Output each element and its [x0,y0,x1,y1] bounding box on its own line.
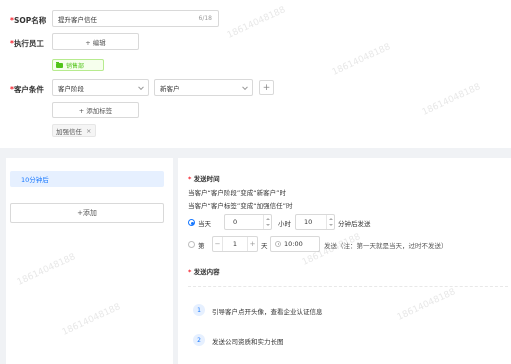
content-index-badge: 2 [193,334,205,346]
sop-form-panel: *SOP名称 提升客户信任 6/18 *执行员工 + 编辑 销售部 *客户条件 … [0,0,511,148]
sop-name-input[interactable]: 提升客户信任 6/18 [52,10,219,27]
send-content-title: * 发送内容 [188,268,220,276]
spinner-icon [263,215,271,229]
day-stepper[interactable]: − 1 + [212,236,258,252]
content-index-badge: 1 [193,304,205,316]
same-day-radio[interactable] [188,219,195,226]
minutes-suffix: 分钟后发送 [338,220,371,228]
step-item[interactable]: 10分钟后 [10,171,164,187]
hours-stepper[interactable]: 0 [224,214,272,230]
content-item-text: 发送公司资质和实力长图 [212,338,284,346]
send-time-title: * 发送时间 [188,175,220,183]
step-detail-panel: * 发送时间 当客户“客户阶段”变成“新客户”时 当客户“客户标签”变成“加强信… [178,158,511,364]
content-item-text: 引导客户点开头像，查看企业认证信息 [212,308,323,316]
sop-name-label: *SOP名称 [10,16,47,25]
trigger-desc-stage: 当客户“客户阶段”变成“新客户”时 [188,189,286,197]
divider [188,286,508,287]
add-tag-button[interactable]: + 添加标签 [52,102,139,118]
char-counter: 6/18 [198,15,212,22]
hours-unit: 小时 [278,220,291,228]
department-tag: 销售部 [52,59,104,71]
edit-executor-button[interactable]: + 编辑 [52,33,139,50]
condition-field-select[interactable]: 客户阶段 [52,79,149,96]
customer-tag: 加强信任 × [52,124,96,137]
trigger-desc-tag: 当客户“客户标签”变成“加强信任”时 [188,202,293,210]
plus-icon[interactable]: + [247,237,257,251]
executor-label: *执行员工 [10,39,44,48]
time-picker[interactable]: 10:00 [270,236,320,252]
clock-icon [275,241,281,247]
chevron-down-icon [242,83,248,90]
close-icon[interactable]: × [86,127,91,135]
day-unit: 天 [261,242,268,250]
nth-day-radio[interactable] [188,241,195,248]
add-step-button[interactable]: +添加 [10,203,164,223]
minus-icon[interactable]: − [213,237,223,251]
steps-panel: 10分钟后 +添加 [6,158,173,364]
folder-icon [56,61,63,68]
add-condition-button[interactable]: + [259,80,274,95]
customer-condition-label: *客户条件 [10,85,44,94]
condition-value-select[interactable]: 新客户 [154,79,253,96]
nth-day-suffix: 发送（注：第一天就是当天，过时不发送） [324,242,448,250]
spinner-icon [326,215,334,229]
chevron-down-icon [138,83,144,90]
minutes-stepper[interactable]: 10 [295,214,335,230]
same-day-label: 当天 [198,220,211,228]
nth-day-prefix: 第 [198,242,205,250]
